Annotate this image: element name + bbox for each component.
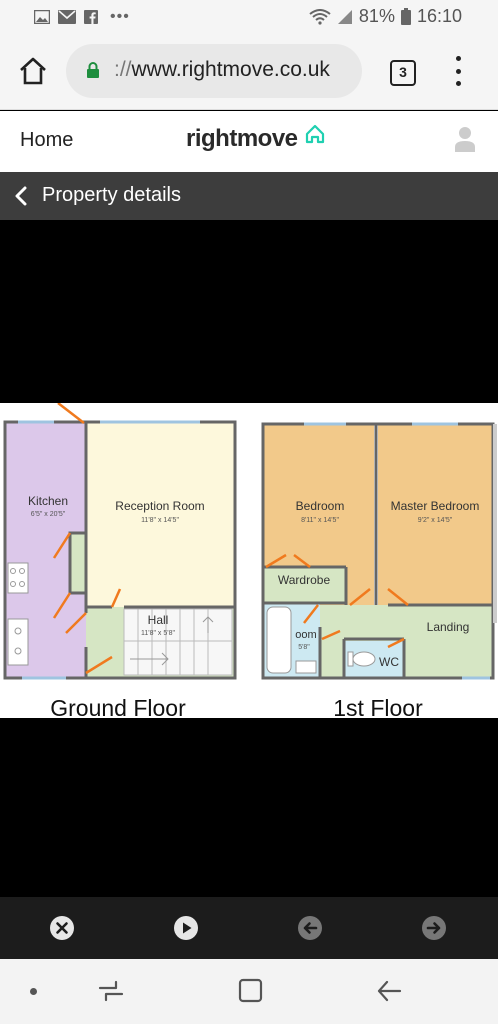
back-arrow-icon[interactable] <box>376 979 402 1003</box>
home-icon[interactable] <box>18 56 48 86</box>
room-size: 5'8" <box>298 644 310 651</box>
url-scheme: :// <box>114 58 132 81</box>
floor-label: 1st Floor <box>333 695 423 718</box>
mail-icon <box>58 10 76 24</box>
battery-icon <box>400 8 411 25</box>
site-header: Home rightmove <box>0 111 498 172</box>
facebook-icon <box>84 10 98 24</box>
gallery-icon <box>34 10 50 24</box>
reception-area <box>86 423 234 607</box>
status-bar: ••• 81% 16:10 <box>0 0 498 34</box>
room-size: 11'8" x 5'8" <box>141 630 175 637</box>
tab-switcher-button[interactable]: 3 <box>390 60 416 86</box>
home-link[interactable]: Home <box>20 129 73 152</box>
url-host: www.rightmove.co.uk <box>131 58 330 81</box>
first-floor-plan: Bedroom 8'11" x 14'5" Master Bedroom 9'2… <box>261 422 497 718</box>
logo-house-icon <box>305 124 325 144</box>
url-text: ://www.rightmove.co.uk <box>114 58 330 82</box>
room-label: Reception Room <box>115 499 204 513</box>
user-account-icon[interactable] <box>454 126 476 152</box>
page-title: Property details <box>42 184 181 206</box>
rightmove-logo[interactable]: rightmove <box>186 125 298 153</box>
system-nav-bar <box>0 959 498 1024</box>
room-size: 11'8" x 14'5" <box>141 517 179 524</box>
address-bar[interactable]: ://www.rightmove.co.uk <box>66 44 362 98</box>
floor-label: Ground Floor <box>50 695 186 718</box>
clock: 16:10 <box>416 6 462 26</box>
room-label: WC <box>379 655 399 669</box>
staircase <box>123 608 233 676</box>
close-icon[interactable] <box>49 915 75 941</box>
room-size: 9'2" x 14'5" <box>418 517 453 524</box>
nav-dot-icon[interactable] <box>30 988 37 995</box>
floorplan-image[interactable]: Kitchen 6'5" x 20'5" Reception Room 11'8… <box>0 403 498 718</box>
room-label: Hall <box>148 613 169 627</box>
play-icon[interactable] <box>173 915 199 941</box>
ground-floor-plan: Kitchen 6'5" x 20'5" Reception Room 11'8… <box>3 403 237 718</box>
home-square-icon[interactable] <box>238 978 263 1003</box>
chevron-left-icon[interactable] <box>14 186 28 206</box>
room-label: Wardrobe <box>278 573 331 587</box>
master-bedroom-area <box>378 425 492 605</box>
previous-icon[interactable] <box>297 915 323 941</box>
room-size: 6'5" x 20'5" <box>31 511 66 518</box>
wifi-icon <box>309 8 331 25</box>
signal-icon <box>337 9 352 24</box>
room-label: Kitchen <box>28 494 68 508</box>
more-dots-icon: ••• <box>110 8 130 25</box>
overflow-menu-icon[interactable] <box>452 56 464 86</box>
room-label: Landing <box>427 620 470 634</box>
next-icon[interactable] <box>421 915 447 941</box>
gallery-controls <box>0 897 498 959</box>
recent-apps-icon[interactable] <box>98 979 124 1003</box>
browser-toolbar: ://www.rightmove.co.uk 3 <box>0 34 498 110</box>
room-size: 8'11" x 14'5" <box>301 517 339 524</box>
room-label: oom <box>295 629 316 641</box>
battery-percent: 81% <box>358 6 395 26</box>
lock-icon <box>87 62 99 78</box>
room-label: Bedroom <box>296 499 345 513</box>
room-label: Master Bedroom <box>391 499 480 513</box>
property-details-bar: Property details <box>0 172 498 220</box>
